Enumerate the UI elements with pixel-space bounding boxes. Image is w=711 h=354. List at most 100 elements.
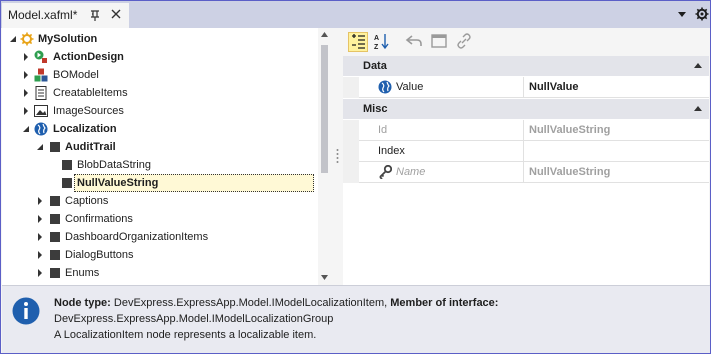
property-name-cell: Index (359, 141, 524, 162)
tree-node-label: NullValueString (77, 177, 159, 189)
collapsed-arrow-icon[interactable] (22, 107, 30, 115)
expanded-arrow-icon[interactable] (36, 143, 44, 151)
tree-node-mysolution[interactable]: MySolution (2, 30, 318, 48)
scrollbar-thumb[interactable] (321, 45, 328, 173)
scroll-up-icon[interactable] (321, 32, 328, 37)
svg-text:A: A (374, 35, 379, 42)
collapsed-arrow-icon[interactable] (36, 215, 44, 223)
tree-node-blobdatastring[interactable]: BlobDataString (2, 156, 318, 174)
category-label: Misc (363, 103, 388, 115)
tree-node-label: BOModel (53, 69, 99, 81)
link-icon (457, 33, 471, 49)
category-label: Data (363, 60, 387, 72)
square-icon (50, 214, 60, 224)
property-row-name[interactable]: Name NullValueString (343, 162, 709, 183)
description-text: Node type: DevExpress.ExpressApp.Model.I… (54, 295, 498, 343)
window-button[interactable] (430, 32, 450, 52)
row-gutter (343, 162, 359, 183)
image-icon (34, 105, 48, 117)
tree-node-label: Captions (65, 195, 109, 207)
property-row-id[interactable]: Id NullValueString (343, 120, 709, 141)
gear-icon[interactable] (695, 7, 709, 21)
link-button[interactable] (455, 32, 475, 52)
key-icon (379, 165, 392, 179)
expanded-arrow-icon[interactable] (22, 125, 30, 133)
tree-node-dashboardorganizationitems[interactable]: DashboardOrganizationItems (2, 228, 318, 246)
expanded-arrow-icon[interactable] (9, 35, 17, 43)
tree-node-creatableitems[interactable]: CreatableItems (2, 84, 318, 102)
tree-node-imagesources[interactable]: ImageSources (2, 102, 318, 120)
row-gutter (343, 141, 359, 162)
tree-node-label: MySolution (38, 33, 98, 45)
tree-node-label: Confirmations (65, 213, 133, 225)
pin-icon[interactable] (89, 8, 101, 22)
collapse-icon[interactable] (694, 106, 702, 111)
property-name-cell: Name (359, 162, 524, 183)
categorized-button[interactable] (348, 32, 368, 52)
tree-node-dialogbuttons[interactable]: DialogButtons (2, 246, 318, 264)
square-icon (50, 268, 60, 278)
property-value[interactable]: NullValue (529, 81, 579, 93)
property-name-cell: Value (359, 77, 524, 98)
globe-icon (34, 122, 48, 136)
collapsed-arrow-icon[interactable] (22, 71, 30, 79)
bomodel-icon (34, 68, 48, 82)
tree-node-confirmations[interactable]: Confirmations (2, 210, 318, 228)
category-misc[interactable]: Misc (343, 99, 709, 119)
scroll-down-icon[interactable] (321, 275, 328, 280)
property-name: Value (396, 81, 424, 93)
tree-node-label: AuditTrail (65, 141, 116, 153)
list-icon (35, 86, 47, 100)
tree-node-localization[interactable]: Localization (2, 120, 318, 138)
tree-node-label: ImageSources (53, 105, 124, 117)
node-type-label: Node type: (54, 297, 111, 309)
collapsed-arrow-icon[interactable] (36, 269, 44, 277)
alphabetical-button[interactable]: A Z (373, 32, 393, 52)
property-value: NullValueString (529, 166, 611, 178)
member-label: Member of interface: (390, 297, 499, 309)
reset-value-button[interactable] (405, 32, 425, 52)
category-data[interactable]: Data (343, 56, 709, 76)
action-design-icon (34, 50, 47, 63)
collapse-icon[interactable] (694, 63, 702, 68)
document-tab[interactable]: Model.xafml* (2, 3, 129, 28)
chevron-down-icon[interactable] (677, 11, 687, 19)
square-icon (62, 160, 72, 170)
sort-az-icon: A Z (374, 34, 389, 51)
collapsed-arrow-icon[interactable] (22, 53, 30, 61)
tree-node-nullvaluestring[interactable]: NullValueString (2, 174, 318, 192)
description-panel: Node type: DevExpress.ExpressApp.Model.I… (2, 285, 710, 353)
collapsed-arrow-icon[interactable] (36, 251, 44, 259)
square-icon (50, 196, 60, 206)
solution-gear-icon (20, 32, 34, 46)
property-grid-toolbar: A Z (343, 28, 709, 56)
collapsed-arrow-icon[interactable] (36, 233, 44, 241)
tree-node-enums[interactable]: Enums (2, 264, 318, 282)
globe-icon (378, 80, 392, 94)
tree-node-bomodel[interactable]: BOModel (2, 66, 318, 84)
splitter-grip-icon[interactable] (336, 148, 339, 164)
model-tree[interactable]: MySolution ActionDesign BOModel Creatabl… (2, 28, 318, 285)
property-name: Name (396, 166, 426, 178)
tree-node-label: Localization (53, 123, 117, 135)
property-name: Id (378, 124, 388, 136)
undo-arrow-icon (405, 35, 422, 46)
collapsed-arrow-icon[interactable] (22, 89, 30, 97)
property-row-value[interactable]: Value NullValue (343, 77, 709, 98)
collapsed-arrow-icon[interactable] (36, 197, 44, 205)
tree-node-captions[interactable]: Captions (2, 192, 318, 210)
tab-title: Model.xafml* (8, 8, 78, 22)
property-value: NullValueString (529, 124, 611, 136)
pane-splitter[interactable] (331, 28, 343, 285)
tree-node-label: DialogButtons (65, 249, 134, 261)
tree-node-audittrail[interactable]: AuditTrail (2, 138, 318, 156)
square-icon (50, 250, 60, 260)
window-frame: Model.xafml* MySolution ActionDesign BOM… (0, 0, 711, 354)
tree-scrollbar[interactable] (318, 28, 331, 285)
tree-node-label: BlobDataString (77, 159, 151, 171)
close-icon[interactable] (109, 7, 123, 21)
info-icon (12, 297, 40, 325)
svg-text:Z: Z (374, 44, 379, 50)
property-row-index[interactable]: Index (343, 141, 709, 162)
tree-node-actiondesign[interactable]: ActionDesign (2, 48, 318, 66)
